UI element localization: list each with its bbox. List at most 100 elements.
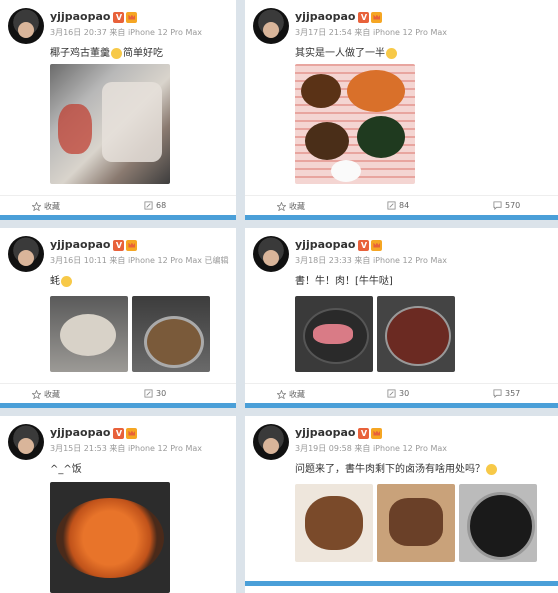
post-text: 椰子鸡古董羹 简单好吃: [50, 44, 163, 59]
avatar[interactable]: [8, 8, 44, 44]
post-text: 问题来了，書牛肉剩下的卤汤有啥用处吗？: [295, 460, 498, 475]
divider: [245, 403, 558, 408]
collect-button[interactable]: 收藏: [277, 389, 305, 400]
post-image[interactable]: [459, 484, 537, 562]
collect-label: 收藏: [289, 202, 305, 211]
username[interactable]: yjjpaopao V: [295, 10, 383, 23]
post-meta: 3月19日 09:58 来自 iPhone 12 Pro Max: [295, 444, 447, 453]
post-footer: 收藏 84 570: [245, 195, 558, 216]
username[interactable]: yjjpaopao V: [50, 426, 138, 439]
collect-button[interactable]: 收藏: [277, 201, 305, 212]
post-image[interactable]: [295, 64, 415, 184]
comment-button[interactable]: 357: [493, 389, 520, 398]
avatar[interactable]: [8, 424, 44, 460]
username[interactable]: yjjpaopao V: [50, 238, 138, 251]
post-image[interactable]: [377, 296, 455, 372]
repost-button[interactable]: 30: [387, 389, 409, 398]
repost-count: 84: [399, 201, 410, 210]
post-image[interactable]: [132, 296, 210, 372]
post-footer: 收藏 30 357: [245, 383, 558, 404]
post-meta: 3月18日 23:33 来自 iPhone 12 Pro Max: [295, 256, 447, 265]
repost-button[interactable]: 68: [144, 201, 166, 210]
repost-icon: [387, 389, 396, 398]
post-text: 蚝: [50, 272, 73, 287]
username-text[interactable]: yjjpaopao: [50, 10, 110, 23]
username-text[interactable]: yjjpaopao: [50, 426, 110, 439]
post-meta: 3月15日 21:53 来自 iPhone 12 Pro Max: [50, 444, 202, 453]
post-text: 其实是一人做了一半: [295, 44, 398, 59]
collect-label: 收藏: [44, 390, 60, 399]
vip-crown-icon: [371, 427, 383, 439]
username[interactable]: yjjpaopao V: [50, 10, 138, 23]
verified-badge-icon: V: [358, 239, 370, 251]
star-icon: [277, 202, 286, 211]
vip-crown-icon: [126, 427, 138, 439]
post-image[interactable]: [50, 64, 170, 184]
post-meta: 3月17日 21:54 来自 iPhone 12 Pro Max: [295, 28, 447, 37]
repost-icon: [387, 201, 396, 210]
comment-icon: [493, 389, 502, 398]
avatar[interactable]: [253, 424, 289, 460]
vip-crown-icon: [126, 239, 138, 251]
comment-count: 570: [505, 201, 521, 210]
username[interactable]: yjjpaopao V: [295, 426, 383, 439]
username-text[interactable]: yjjpaopao: [295, 10, 355, 23]
verified-badge-icon: V: [113, 427, 125, 439]
vip-crown-icon: [371, 11, 383, 23]
post-card: yjjpaopao V 3月16日 10:11 来自 iPhone 12 Pro …: [0, 228, 236, 408]
post-text-part: 椰子鸡古董羹: [50, 48, 110, 59]
collect-button[interactable]: 收藏: [32, 201, 60, 212]
post-image[interactable]: [295, 484, 373, 562]
post-image[interactable]: [295, 296, 373, 372]
post-meta: 3月16日 10:11 来自 iPhone 12 Pro Max 已编辑: [50, 256, 229, 265]
comment-count: 357: [505, 389, 521, 398]
divider: [245, 581, 558, 586]
emoji-icon: [486, 463, 497, 475]
verified-badge-icon: V: [358, 11, 370, 23]
verified-badge-icon: V: [113, 239, 125, 251]
collect-label: 收藏: [44, 202, 60, 211]
emoji-icon: [61, 275, 72, 287]
post-card: yjjpaopao V 3月18日 23:33 来自 iPhone 12 Pro …: [245, 228, 558, 408]
post-text-part: 其实是一人做了一半: [295, 48, 385, 59]
post-image[interactable]: [50, 482, 170, 593]
collect-button[interactable]: 收藏: [32, 389, 60, 400]
star-icon: [32, 390, 41, 399]
comment-button[interactable]: 570: [493, 201, 520, 210]
username[interactable]: yjjpaopao V: [295, 238, 383, 251]
repost-button[interactable]: 30: [144, 389, 166, 398]
divider: [245, 215, 558, 220]
divider: [0, 403, 236, 408]
post-card: yjjpaopao V 3月19日 09:58 来自 iPhone 12 Pro …: [245, 416, 558, 593]
avatar[interactable]: [8, 236, 44, 272]
repost-button[interactable]: 84: [387, 201, 409, 210]
post-footer: 收藏 68: [0, 195, 236, 216]
emoji-icon: [386, 47, 397, 59]
post-image[interactable]: [377, 484, 455, 562]
vip-crown-icon: [126, 11, 138, 23]
post-text-part: 蚝: [50, 276, 60, 287]
avatar[interactable]: [253, 8, 289, 44]
post-text: 書！牛！肉！[牛牛哒]: [295, 276, 393, 287]
verified-badge-icon: V: [358, 427, 370, 439]
post-meta: 3月16日 20:37 来自 iPhone 12 Pro Max: [50, 28, 202, 37]
repost-icon: [144, 389, 153, 398]
repost-count: 68: [156, 201, 167, 210]
collect-label: 收藏: [289, 390, 305, 399]
repost-count: 30: [399, 389, 410, 398]
post-card: yjjpaopao V 3月17日 21:54 来自 iPhone 12 Pro …: [245, 0, 558, 220]
comment-icon: [493, 201, 502, 210]
repost-icon: [144, 201, 153, 210]
avatar[interactable]: [253, 236, 289, 272]
post-text: ^_^饭: [50, 464, 82, 475]
username-text[interactable]: yjjpaopao: [295, 238, 355, 251]
username-text[interactable]: yjjpaopao: [50, 238, 110, 251]
post-text-part: 简单好吃: [123, 48, 163, 59]
star-icon: [277, 390, 286, 399]
post-image[interactable]: [50, 296, 128, 372]
post-footer: 收藏 30: [0, 383, 236, 404]
username-text[interactable]: yjjpaopao: [295, 426, 355, 439]
post-text-part: 问题来了，書牛肉剩下的卤汤有啥用处吗？: [295, 464, 485, 475]
verified-badge-icon: V: [113, 11, 125, 23]
post-card: yjjpaopao V 3月16日 20:37 来自 iPhone 12 Pro …: [0, 0, 236, 220]
